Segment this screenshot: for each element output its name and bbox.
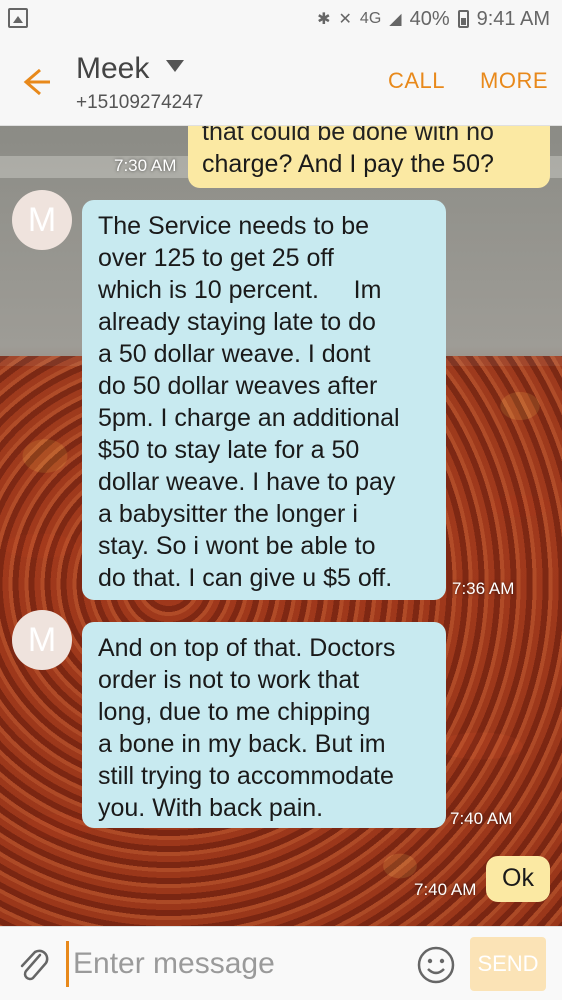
- message-bubble-incoming[interactable]: The Service needs to be over 125 to get …: [82, 200, 446, 600]
- signal-icon: ◢: [389, 11, 402, 28]
- conversation[interactable]: that could be done with no charge? And I…: [0, 126, 562, 926]
- status-icons: ✱ ✕ 4G ◢ 40% 9:41 AM: [317, 6, 550, 32]
- more-button[interactable]: MORE: [480, 68, 548, 94]
- status-bar: ✱ ✕ 4G ◢ 40% 9:41 AM: [0, 0, 562, 38]
- chevron-down-icon[interactable]: [166, 60, 184, 72]
- avatar[interactable]: M: [12, 190, 72, 250]
- contact-number: +15109274247: [76, 92, 204, 113]
- battery-percent: 40%: [409, 7, 450, 30]
- call-button[interactable]: CALL: [388, 68, 445, 94]
- message-text: The Service needs to be over 125 to get …: [98, 212, 400, 592]
- clock: 9:41 AM: [476, 7, 550, 30]
- back-arrow-icon[interactable]: [18, 64, 54, 100]
- message-text: And on top of that. Doctors order is not…: [98, 634, 396, 822]
- network-type-label: 4G: [359, 10, 382, 27]
- app-header: Meek +15109274247 CALL MORE: [0, 38, 562, 126]
- gallery-notification-icon: [8, 8, 28, 28]
- message-timestamp: 7:40 AM: [450, 809, 513, 828]
- paperclip-icon[interactable]: [16, 945, 50, 983]
- message-bubble-outgoing[interactable]: Ok: [486, 856, 550, 902]
- send-button[interactable]: SEND: [470, 937, 546, 991]
- battery-icon: [457, 10, 469, 28]
- emoji-icon[interactable]: [416, 945, 456, 985]
- message-text: Ok: [502, 864, 534, 892]
- message-bubble-incoming[interactable]: And on top of that. Doctors order is not…: [82, 622, 446, 828]
- avatar[interactable]: M: [12, 610, 72, 670]
- message-bubble-outgoing[interactable]: that could be done with no charge? And I…: [188, 126, 550, 188]
- message-input[interactable]: [66, 941, 396, 987]
- message-timestamp: 7:36 AM: [452, 579, 515, 598]
- message-timestamp: 7:30 AM: [114, 156, 177, 175]
- message-timestamp: 7:40 AM: [414, 880, 477, 899]
- compose-bar: SEND: [0, 926, 562, 1000]
- mute-icon: ✕: [338, 11, 352, 28]
- message-text: charge? And I pay the 50?: [202, 150, 494, 178]
- message-text-partial: that could be done with no: [202, 126, 494, 146]
- contact-name[interactable]: Meek: [76, 52, 149, 86]
- bluetooth-icon: ✱: [317, 11, 331, 28]
